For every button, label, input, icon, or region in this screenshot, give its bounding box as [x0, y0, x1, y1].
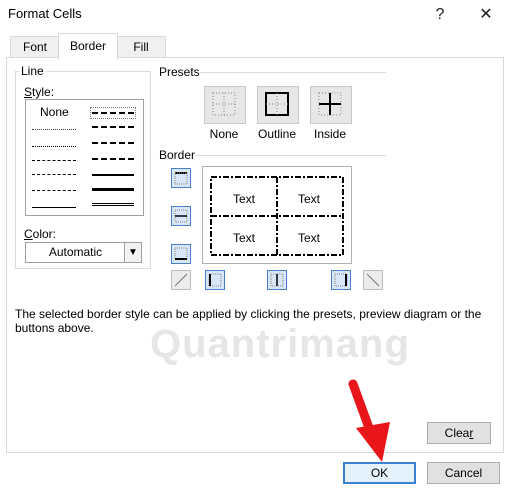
- help-button[interactable]: ?: [424, 2, 456, 28]
- border-right-icon: [334, 273, 348, 287]
- style-slanted-dashdot-option[interactable]: [92, 126, 134, 128]
- presets-legend: Presets: [159, 65, 200, 79]
- border-left-icon: [208, 273, 222, 287]
- color-dropdown[interactable]: Automatic ▼: [25, 242, 142, 263]
- border-legend: Border: [159, 148, 196, 162]
- style-label: Style:: [24, 85, 55, 99]
- style-medium-option[interactable]: [92, 174, 134, 176]
- border-diagonal-up-button[interactable]: [171, 270, 191, 290]
- annotation-arrow: [348, 379, 390, 462]
- presets-separator: [200, 72, 386, 73]
- tab-border[interactable]: Border: [58, 33, 118, 60]
- diagonal-down-icon: [366, 273, 380, 287]
- style-medium-dashed-option[interactable]: [92, 158, 134, 160]
- preset-none-icon: [212, 92, 236, 116]
- style-medium-dashdotdot-option[interactable]: [92, 112, 134, 114]
- style-dashdotdot-thin-option[interactable]: [32, 160, 76, 161]
- border-bottom-button[interactable]: [171, 244, 191, 264]
- border-inside-vertical-icon: [270, 273, 284, 287]
- preview-cell-text: Text: [232, 192, 255, 206]
- close-button[interactable]: ✕: [470, 2, 502, 28]
- border-top-icon: [174, 172, 188, 185]
- style-none-option[interactable]: None: [40, 105, 69, 119]
- border-inside-horizontal-icon: [174, 209, 188, 223]
- watermark: Quantrimang: [150, 322, 410, 366]
- preset-outline-icon: [265, 92, 289, 116]
- clear-label: Clea: [444, 426, 470, 440]
- window-title: Format Cells: [8, 6, 82, 21]
- cancel-button[interactable]: Cancel: [427, 462, 500, 484]
- preview-cell-text: Text: [297, 192, 320, 206]
- border-bottom-icon: [174, 247, 188, 260]
- preset-outline-button[interactable]: [257, 86, 299, 124]
- style-dotted-option[interactable]: [32, 146, 76, 147]
- style-dashdot-thin-option[interactable]: [32, 174, 76, 175]
- preset-outline-label: Outline: [257, 127, 297, 141]
- border-inside-vertical-button[interactable]: [267, 270, 287, 290]
- border-diagonal-down-button[interactable]: [363, 270, 383, 290]
- line-legend: Line: [19, 64, 46, 78]
- color-value: Automatic: [48, 245, 103, 259]
- style-medium-dashdot-option[interactable]: [92, 142, 134, 144]
- style-thick-option[interactable]: [92, 188, 134, 191]
- style-hair-option[interactable]: [32, 129, 76, 130]
- clear-button[interactable]: Clear: [427, 422, 491, 444]
- preset-none-button[interactable]: [204, 86, 246, 124]
- preset-none-label: None: [209, 127, 239, 141]
- preview-cell-text: Text: [232, 231, 255, 245]
- border-left-button[interactable]: [205, 270, 225, 290]
- border-top-button[interactable]: [171, 168, 191, 188]
- color-label: Color:: [24, 227, 57, 241]
- preview-cell-text: Text: [297, 231, 320, 245]
- tab-font[interactable]: Font: [10, 36, 60, 59]
- chevron-down-icon[interactable]: ▼: [124, 243, 141, 262]
- style-thin-option[interactable]: [32, 207, 76, 208]
- style-double-option[interactable]: [92, 203, 134, 206]
- tab-fill[interactable]: Fill: [116, 36, 166, 59]
- clear-underline: r: [469, 426, 474, 440]
- style-dashed-thin-option[interactable]: [32, 190, 76, 191]
- preset-inside-icon: [318, 92, 342, 116]
- border-preview-lines: [210, 176, 344, 256]
- border-inside-horizontal-button[interactable]: [171, 206, 191, 226]
- border-separator: [196, 155, 386, 156]
- border-preview[interactable]: Text Text Text Text: [202, 166, 352, 264]
- diagonal-up-icon: [174, 273, 188, 287]
- preset-inside-button[interactable]: [310, 86, 352, 124]
- preset-inside-label: Inside: [313, 127, 347, 141]
- border-right-button[interactable]: [331, 270, 351, 290]
- line-style-list[interactable]: None: [25, 99, 144, 216]
